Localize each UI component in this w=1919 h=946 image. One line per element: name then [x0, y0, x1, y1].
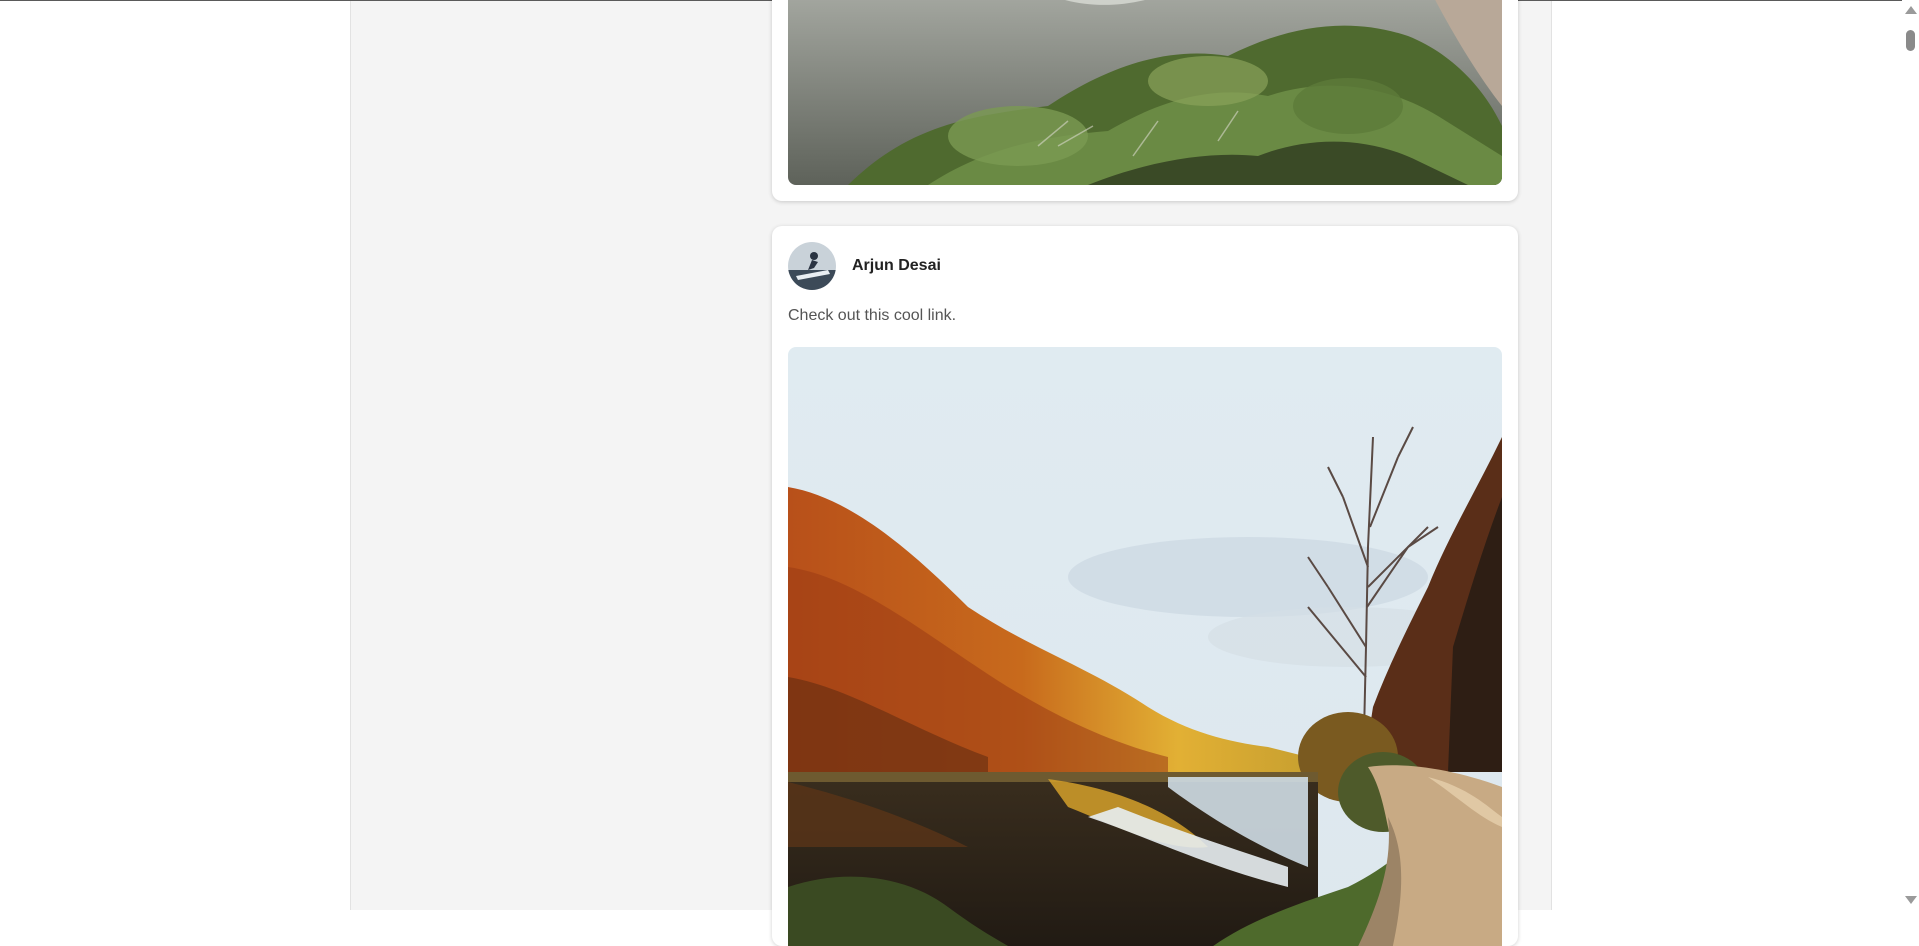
post-image-graphic: [788, 347, 1502, 946]
user-avatar-icon[interactable]: [788, 242, 836, 290]
scroll-up-arrow-icon[interactable]: [1905, 6, 1917, 14]
post-image[interactable]: [788, 347, 1502, 946]
post-card: Arjun Desai Check out this cool link.: [772, 226, 1518, 946]
page-scrollbar[interactable]: [1902, 0, 1919, 910]
scroll-down-arrow-icon[interactable]: [1905, 896, 1917, 904]
scrollbar-thumb[interactable]: [1906, 30, 1915, 51]
post-text: Check out this cool link.: [788, 307, 957, 324]
post-header: Arjun Desai: [788, 242, 941, 290]
post-image-graphic: [788, 0, 1502, 185]
post-card: [772, 0, 1518, 201]
post-image[interactable]: [788, 0, 1502, 185]
author-name[interactable]: Arjun Desai: [852, 257, 941, 275]
